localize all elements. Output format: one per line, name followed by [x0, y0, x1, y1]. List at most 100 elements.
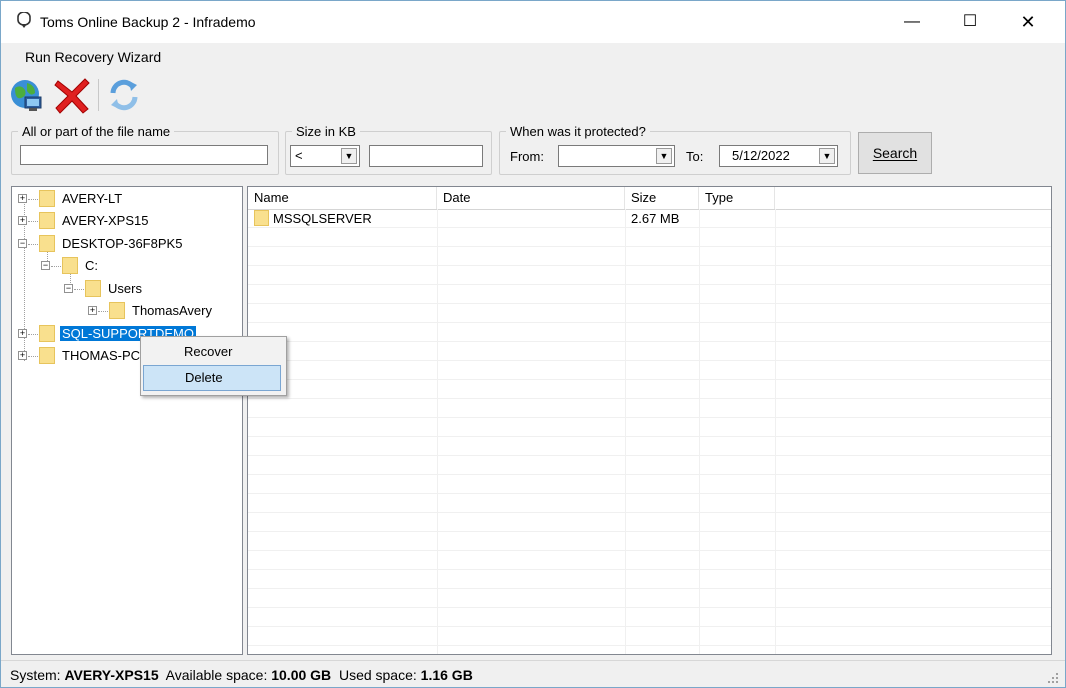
app-window: Toms Online Backup 2 - Infrademo — ☐ ✕ R… — [0, 0, 1066, 688]
tree-branch-line — [28, 221, 38, 222]
tree-node-label: DESKTOP-36F8PK5 — [62, 236, 183, 251]
column-header-name[interactable]: Name — [248, 187, 437, 209]
resize-grip-icon[interactable] — [1047, 672, 1059, 684]
empty-row — [248, 380, 1051, 399]
search-button[interactable]: Search — [858, 132, 932, 174]
folder-icon — [39, 235, 55, 252]
empty-row — [248, 513, 1051, 532]
machine-tree[interactable]: + AVERY-LT + AVERY-XPS15 − DESKTOP-36F8P… — [11, 186, 243, 655]
tree-node-label: ThomasAvery — [132, 303, 212, 318]
tree-branch-line — [74, 289, 84, 290]
context-menu-delete[interactable]: Delete — [143, 365, 281, 391]
expand-icon[interactable]: + — [88, 306, 97, 315]
folder-icon — [62, 257, 78, 274]
refresh-icon — [110, 79, 138, 111]
empty-row — [248, 608, 1051, 627]
empty-row — [248, 399, 1051, 418]
table-row[interactable]: MSSQLSERVER 2.67 MB — [248, 209, 1051, 228]
folder-icon — [39, 212, 55, 229]
collapse-icon[interactable]: − — [64, 284, 73, 293]
tree-node-label: THOMAS-PC — [62, 348, 140, 363]
tree-branch-line — [28, 356, 38, 357]
available-space-label: Available space: — [165, 667, 268, 683]
minimize-icon: — — [904, 13, 920, 30]
tree-branch-line — [28, 244, 38, 245]
refresh-button[interactable] — [105, 75, 143, 115]
minimize-button[interactable]: — — [883, 1, 941, 43]
system-label: System: — [10, 667, 61, 683]
collapse-icon[interactable]: − — [18, 239, 27, 248]
collapse-icon[interactable]: − — [41, 261, 50, 270]
empty-row — [248, 627, 1051, 646]
maximize-button[interactable]: ☐ — [941, 1, 999, 43]
expand-icon[interactable]: + — [18, 194, 27, 203]
column-header-date[interactable]: Date — [437, 187, 625, 209]
tree-node-label: AVERY-LT — [62, 191, 123, 206]
context-menu: Recover Delete — [140, 336, 287, 396]
available-space-value: 10.00 GB — [271, 667, 332, 683]
size-value-input[interactable] — [369, 145, 483, 167]
empty-row — [248, 570, 1051, 589]
empty-row — [248, 551, 1051, 570]
network-restore-button[interactable] — [7, 75, 45, 115]
toolbar — [1, 73, 1065, 119]
empty-row — [248, 342, 1051, 361]
size-operator-select[interactable]: < ▼ — [290, 145, 360, 167]
empty-row — [248, 589, 1051, 608]
empty-row — [248, 304, 1051, 323]
expand-icon[interactable]: + — [18, 329, 27, 338]
file-name-group-label: All or part of the file name — [22, 124, 171, 139]
tree-node-label: AVERY-XPS15 — [62, 213, 149, 228]
empty-row — [248, 285, 1051, 304]
tree-branch-line — [51, 266, 61, 267]
from-date-picker[interactable]: ▼ — [558, 145, 675, 167]
chevron-down-icon: ▼ — [656, 148, 672, 164]
app-logo-icon — [17, 12, 31, 28]
empty-row — [248, 247, 1051, 266]
globe-network-icon — [11, 80, 42, 111]
column-header-type[interactable]: Type — [699, 187, 775, 209]
red-x-icon — [54, 78, 90, 114]
chevron-down-icon: ▼ — [341, 148, 357, 164]
status-text: System: AVERY-XPS15 Available space: 10.… — [10, 667, 473, 683]
file-name-input[interactable] — [20, 145, 268, 165]
folder-icon — [109, 302, 125, 319]
context-menu-recover[interactable]: Recover — [143, 339, 281, 365]
close-icon: ✕ — [1020, 12, 1036, 32]
used-space-value: 1.16 GB — [420, 667, 473, 683]
folder-icon — [39, 347, 55, 364]
row-size: 2.67 MB — [631, 211, 680, 226]
expand-icon[interactable]: + — [18, 216, 27, 225]
close-window-button[interactable]: ✕ — [999, 1, 1057, 43]
tree-branch-line — [28, 199, 38, 200]
chevron-down-icon: ▼ — [819, 148, 835, 164]
empty-row — [248, 323, 1051, 342]
delete-toolbar-button[interactable] — [53, 75, 91, 115]
tree-node-label: Users — [108, 281, 142, 296]
row-name: MSSQLSERVER — [273, 211, 372, 226]
file-list[interactable]: Name Date Size Type MSSQLSERVER 2.67 MB — [247, 186, 1052, 655]
search-button-label: Search — [872, 145, 918, 161]
expand-icon[interactable]: + — [18, 351, 27, 360]
to-date-picker[interactable]: 5/12/2022 ▼ — [719, 145, 838, 167]
from-label: From: — [510, 149, 544, 164]
tree-branch-line — [28, 334, 38, 335]
menu-run-recovery-wizard[interactable]: Run Recovery Wizard — [25, 49, 161, 65]
folder-icon — [39, 325, 55, 342]
size-group-label: Size in KB — [296, 124, 356, 139]
empty-row — [248, 475, 1051, 494]
toolbar-separator — [98, 79, 99, 111]
list-header: Name Date Size Type — [248, 187, 1051, 210]
empty-row — [248, 418, 1051, 437]
empty-row — [248, 361, 1051, 380]
empty-row — [248, 437, 1051, 456]
folder-icon — [39, 190, 55, 207]
protected-date-group-label: When was it protected? — [510, 124, 646, 139]
used-space-label: Used space: — [338, 667, 417, 683]
size-operator-value: < — [295, 148, 303, 163]
to-label: To: — [686, 149, 704, 164]
system-value: AVERY-XPS15 — [64, 667, 159, 683]
folder-icon — [85, 280, 101, 297]
to-date-value: 5/12/2022 — [732, 148, 790, 163]
column-header-size[interactable]: Size — [625, 187, 699, 209]
